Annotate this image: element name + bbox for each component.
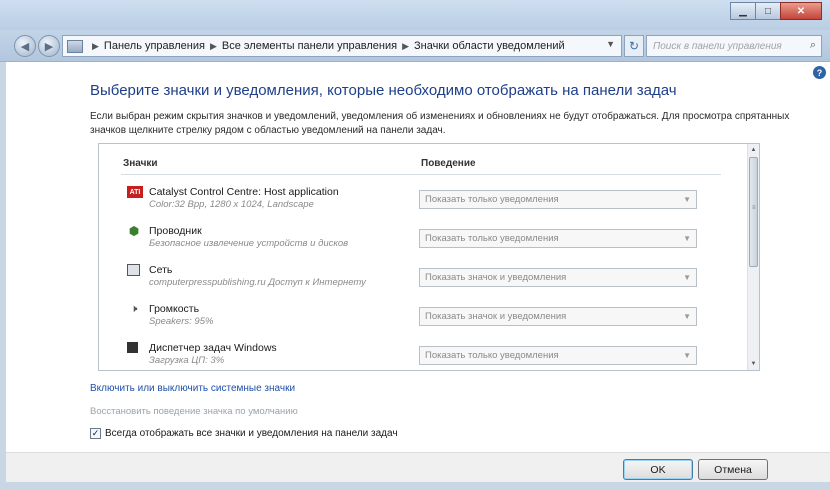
refresh-button[interactable]: ↻ bbox=[624, 35, 644, 57]
window-bottom-edge bbox=[0, 482, 830, 490]
breadcrumb-separator-icon: ▶ bbox=[402, 40, 410, 51]
behavior-dropdown[interactable]: Показать значок и уведомления ▼ bbox=[419, 268, 697, 287]
breadcrumb-separator-icon: ▶ bbox=[209, 40, 217, 51]
header-divider bbox=[121, 174, 721, 175]
search-icon[interactable]: ⌕ bbox=[810, 39, 816, 52]
list-header: Значки Поведение bbox=[99, 144, 739, 172]
item-name: Громкость bbox=[149, 303, 200, 315]
behavior-value: Показать только уведомления bbox=[425, 350, 559, 361]
navigation-bar: ◀ ▶ ▶ Панель управления ▶ Все элементы п… bbox=[0, 30, 830, 62]
list-item: Сеть computerpresspublishing.ru Доступ к… bbox=[99, 262, 739, 300]
page-description: Если выбран режим скрытия значков и увед… bbox=[90, 111, 790, 136]
control-panel-icon bbox=[67, 39, 83, 53]
item-description: Безопасное извлечение устройств и дисков bbox=[149, 238, 349, 249]
chevron-down-icon[interactable]: ▼ bbox=[606, 39, 615, 49]
icons-list: Значки Поведение ATI Catalyst Control Ce… bbox=[98, 143, 760, 371]
list-scrollbar[interactable]: ▲ ≡ ▼ bbox=[747, 144, 759, 370]
breadcrumb-control-panel[interactable]: Панель управления bbox=[104, 40, 205, 52]
scroll-thumb[interactable]: ≡ bbox=[749, 157, 758, 267]
task-manager-icon bbox=[127, 342, 138, 353]
ati-icon: ATI bbox=[127, 186, 143, 198]
always-show-label[interactable]: Всегда отображать все значки и уведомлен… bbox=[105, 428, 398, 439]
address-bar[interactable]: ▶ Панель управления ▶ Все элементы панел… bbox=[62, 35, 622, 57]
item-name: Сеть bbox=[149, 264, 173, 276]
search-box: ⌕ bbox=[646, 35, 822, 57]
item-name: Диспетчер задач Windows bbox=[149, 342, 277, 354]
volume-icon: 🕨 bbox=[130, 302, 138, 315]
behavior-value: Показать только уведомления bbox=[425, 233, 559, 244]
minimize-button[interactable]: ▁ bbox=[730, 2, 756, 20]
grip-icon: ≡ bbox=[752, 205, 756, 211]
list-item: 🕨 Громкость Speakers: 95% Показать значо… bbox=[99, 301, 739, 339]
breadcrumb-notification-icons[interactable]: Значки области уведомлений bbox=[414, 40, 565, 52]
back-button[interactable]: ◀ bbox=[14, 35, 36, 57]
window-controls: ▁ □ ✕ bbox=[730, 2, 822, 20]
chevron-down-icon: ▼ bbox=[683, 273, 691, 282]
item-description: computerpresspublishing.ru Доступ к Инте… bbox=[149, 277, 366, 288]
item-description: Speakers: 95% bbox=[149, 316, 214, 327]
item-description: Загрузка ЦП: 3% bbox=[149, 355, 225, 366]
chevron-down-icon: ▼ bbox=[683, 195, 691, 204]
item-name: Проводник bbox=[149, 225, 202, 237]
behavior-value: Показать только уведомления bbox=[425, 194, 559, 205]
scroll-up-icon[interactable]: ▲ bbox=[748, 144, 759, 156]
close-window-button[interactable]: ✕ bbox=[780, 2, 822, 20]
list-item: ⬢ Проводник Безопасное извлечение устрой… bbox=[99, 223, 739, 261]
behavior-value: Показать значок и уведомления bbox=[425, 272, 567, 283]
column-header-behavior: Поведение bbox=[421, 158, 476, 169]
list-item: Диспетчер задач Windows Загрузка ЦП: 3% … bbox=[99, 340, 739, 370]
ok-button[interactable]: OK bbox=[623, 459, 693, 480]
chevron-down-icon: ▼ bbox=[683, 234, 691, 243]
scroll-down-icon[interactable]: ▼ bbox=[748, 358, 759, 370]
dialog-footer: OK Отмена bbox=[6, 452, 830, 482]
search-input[interactable] bbox=[653, 40, 793, 52]
list-item: ATI Catalyst Control Centre: Host applic… bbox=[99, 184, 739, 222]
column-header-icons: Значки bbox=[123, 158, 158, 169]
maximize-button[interactable]: □ bbox=[755, 2, 781, 20]
explorer-icon: ⬢ bbox=[128, 224, 140, 238]
main-content: ? Выберите значки и уведомления, которые… bbox=[6, 62, 830, 452]
item-description: Color:32 Bpp, 1280 x 1024, Landscape bbox=[149, 199, 314, 210]
chevron-down-icon: ▼ bbox=[683, 351, 691, 360]
behavior-value: Показать значок и уведомления bbox=[425, 311, 567, 322]
always-show-checkbox[interactable]: ✓ bbox=[90, 428, 101, 439]
window-titlebar: ▁ □ ✕ bbox=[0, 0, 830, 30]
help-icon[interactable]: ? bbox=[813, 66, 826, 79]
behavior-dropdown[interactable]: Показать только уведомления ▼ bbox=[419, 346, 697, 365]
page-title: Выберите значки и уведомления, которые н… bbox=[90, 82, 677, 99]
restore-defaults-link: Восстановить поведение значка по умолчан… bbox=[90, 406, 298, 417]
network-icon bbox=[127, 264, 140, 276]
cancel-button[interactable]: Отмена bbox=[698, 459, 768, 480]
forward-button[interactable]: ▶ bbox=[38, 35, 60, 57]
behavior-dropdown[interactable]: Показать значок и уведомления ▼ bbox=[419, 307, 697, 326]
behavior-dropdown[interactable]: Показать только уведомления ▼ bbox=[419, 190, 697, 209]
breadcrumb-all-items[interactable]: Все элементы панели управления bbox=[222, 40, 397, 52]
behavior-dropdown[interactable]: Показать только уведомления ▼ bbox=[419, 229, 697, 248]
breadcrumb-separator-icon: ▶ bbox=[92, 40, 99, 51]
item-name: Catalyst Control Centre: Host applicatio… bbox=[149, 186, 339, 198]
chevron-down-icon: ▼ bbox=[683, 312, 691, 321]
system-icons-link[interactable]: Включить или выключить системные значки bbox=[90, 383, 295, 394]
always-show-option[interactable]: ✓ Всегда отображать все значки и уведомл… bbox=[90, 428, 398, 439]
